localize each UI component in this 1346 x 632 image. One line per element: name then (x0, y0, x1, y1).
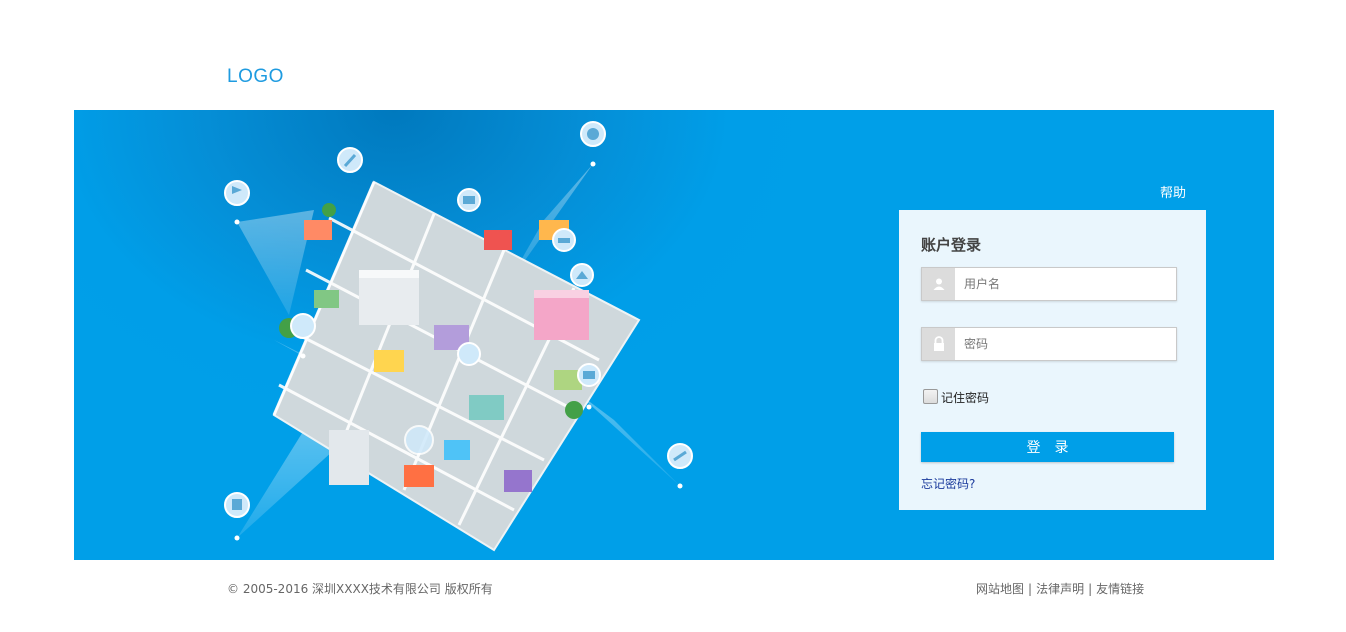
lock-icon (922, 328, 955, 360)
forgot-password-link[interactable]: 忘记密码? (921, 475, 975, 492)
wrench-icon (337, 147, 363, 173)
password-input[interactable] (964, 328, 1169, 360)
login-panel: 账户登录 记住密码 登录 忘记密码? (899, 210, 1206, 510)
footer-link-legal[interactable]: 法律声明 (1036, 582, 1084, 596)
plane-icon (667, 443, 693, 489)
smiley-icon (580, 121, 606, 167)
copyright: © 2005-2016 深圳XXXX技术有限公司 版权所有 (227, 582, 493, 596)
footer-links: 网站地图 | 法律声明 | 友情链接 (976, 580, 1144, 597)
globe-icon (404, 425, 434, 455)
remember-label: 记住密码 (941, 391, 990, 405)
password-field[interactable] (921, 327, 1177, 361)
flag-icon (224, 180, 250, 225)
help-link[interactable]: 帮助 (1160, 182, 1186, 201)
light-beam (574, 390, 680, 486)
remember-checkbox[interactable] (923, 389, 938, 404)
footer-link-sitemap[interactable]: 网站地图 (976, 582, 1024, 596)
light-beam (237, 210, 314, 315)
footer-link-friends[interactable]: 友情链接 (1096, 582, 1144, 596)
divider: | (1088, 582, 1093, 596)
user-icon (922, 268, 955, 300)
remember-password[interactable]: 记住密码 (923, 389, 989, 406)
bus-icon (224, 492, 250, 541)
light-beam (237, 430, 334, 538)
username-input[interactable] (964, 268, 1169, 300)
car-icon (552, 228, 576, 252)
book-icon (457, 188, 481, 212)
logo[interactable]: LOGO (227, 66, 284, 88)
hero-banner: 帮助 账户登录 记住密码 登录 忘记密码? (74, 110, 1274, 560)
cart-icon (457, 342, 481, 366)
home-icon (570, 263, 594, 287)
divider: | (1028, 582, 1033, 596)
login-title: 账户登录 (921, 236, 982, 254)
username-field[interactable] (921, 267, 1177, 301)
login-button[interactable]: 登录 (921, 432, 1174, 462)
